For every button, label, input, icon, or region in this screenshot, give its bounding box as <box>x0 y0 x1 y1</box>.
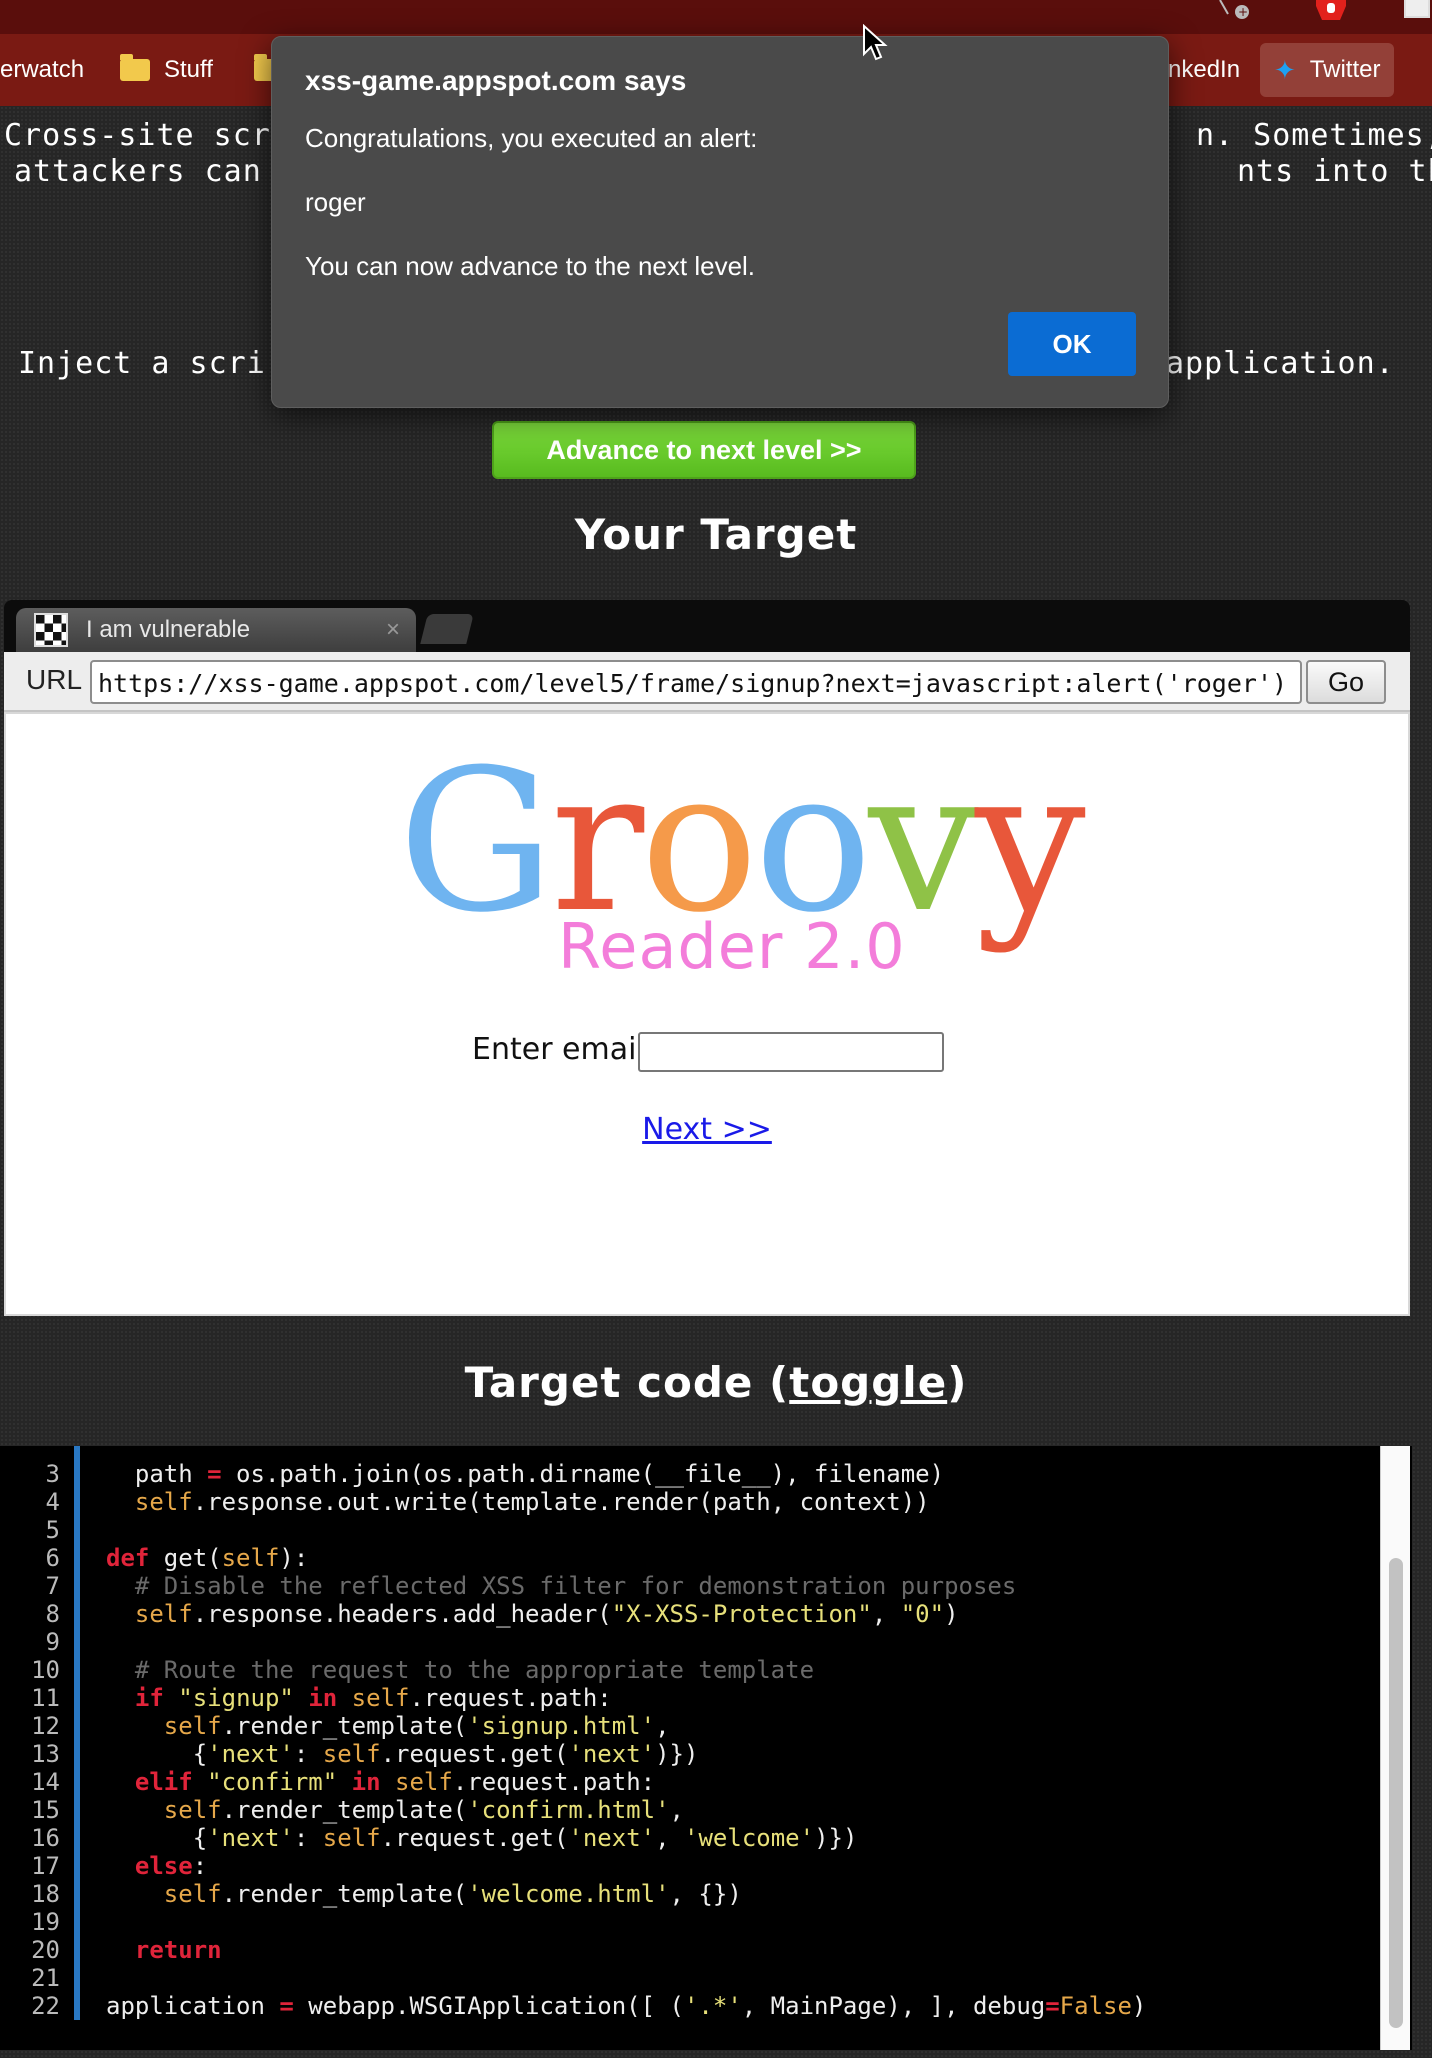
line-number: 17 <box>31 1852 60 1880</box>
new-tab-button[interactable] <box>420 614 474 644</box>
line-number: 3 <box>45 1460 60 1488</box>
code-text: self.response.headers.add_header("X-XSS-… <box>134 1600 959 1628</box>
folder-icon <box>120 54 150 81</box>
code-text: self.render_template('confirm.html', <box>163 1796 684 1824</box>
dialog-value: roger <box>305 187 366 217</box>
email-label: Enter email: <box>472 1032 655 1067</box>
frame-url-bar: URL https://xss-game.appspot.com/level5/… <box>4 652 1410 712</box>
code-heading-suffix: ) <box>947 1358 968 1407</box>
code-text: # Disable the reflected XSS filter for d… <box>134 1572 1017 1600</box>
go-button[interactable]: Go <box>1306 660 1386 704</box>
code-text: {'next': self.request.get('next')}) <box>106 1740 699 1768</box>
code-text: self.response.out.write(template.render(… <box>134 1488 930 1516</box>
mission-text-right: application. <box>1166 346 1395 381</box>
logo-letter: y <box>975 728 1086 956</box>
logo-subtitle: Reader 2.0 <box>558 910 906 983</box>
scrollbar-thumb[interactable] <box>1389 1558 1403 2028</box>
bookmark-overwatch[interactable]: erwatch <box>0 50 84 90</box>
next-link[interactable]: Next >> <box>6 1112 1408 1147</box>
code-text: path = os.path.join(os.path.dirname(__fi… <box>106 1460 945 1488</box>
line-number: 22 <box>31 1992 60 2020</box>
line-number: 13 <box>31 1740 60 1768</box>
code-text: if "signup" in self.request.path: <box>134 1684 612 1712</box>
code-viewer: self.render_template(...) 3 path = os.pa… <box>0 1446 1412 2050</box>
bookmark-linkedin[interactable]: nkedIn <box>1168 50 1240 90</box>
bookmark-label: Twitter <box>1309 56 1381 83</box>
code-text: self.render_template('welcome.html', {}) <box>163 1880 742 1908</box>
dialog-title: xss-game.appspot.com says <box>305 65 687 96</box>
code-text: # Route the request to the appropriate t… <box>134 1656 815 1684</box>
line-number: 5 <box>45 1516 60 1544</box>
code-text: application = webapp.WSGIApplication([ (… <box>106 1992 1147 2020</box>
frame-tab[interactable]: I am vulnerable × <box>16 608 416 652</box>
frame-tab-bar: I am vulnerable × <box>4 600 1410 652</box>
code-text: def get(self): <box>106 1544 309 1572</box>
url-label: URL <box>26 664 83 695</box>
bookmark-twitter[interactable]: ✦ Twitter <box>1260 43 1395 97</box>
line-number: 15 <box>31 1796 60 1824</box>
dialog-advance-text: You can now advance to the next level. <box>305 251 756 281</box>
browser-titlebar: + <box>0 0 1432 34</box>
mission-text: Inject a scri <box>18 346 266 381</box>
code-text: elif "confirm" in self.request.path: <box>134 1768 656 1796</box>
bookmark-label: Stuff <box>164 56 213 83</box>
alert-dialog: xss-game.appspot.com says Congratulation… <box>271 36 1169 408</box>
close-icon[interactable]: × <box>386 616 400 644</box>
line-number: 14 <box>31 1768 60 1796</box>
frame-content: Groovy Reader 2.0 Enter email: Next >> <box>4 712 1410 1316</box>
line-number: 10 <box>31 1656 60 1684</box>
code-text: {'next': self.request.get('next', 'welco… <box>106 1824 858 1852</box>
email-input[interactable] <box>638 1032 944 1072</box>
code-gutter-bar <box>74 1446 80 2020</box>
frame-tab-title: I am vulnerable <box>86 616 251 643</box>
line-number: 8 <box>45 1600 60 1628</box>
ok-button[interactable]: OK <box>1008 312 1136 376</box>
dialog-message: Congratulations, you executed an alert: <box>305 123 758 153</box>
line-number: 20 <box>31 1936 60 1964</box>
bookmark-label: erwatch <box>0 56 85 83</box>
code-scrollbar[interactable] <box>1380 1446 1410 2050</box>
bookmark-stuff[interactable]: Stuff <box>120 50 213 90</box>
mouse-cursor-icon <box>863 24 888 61</box>
intro-text-line-2: attackers can <box>14 154 262 189</box>
url-input[interactable]: https://xss-game.appspot.com/level5/fram… <box>90 660 1302 704</box>
window-corner-icon <box>1404 0 1430 18</box>
adblock-icon[interactable] <box>1312 0 1350 20</box>
target-heading: Your Target <box>574 510 858 559</box>
logo-letter: G <box>398 728 555 956</box>
line-number: 4 <box>45 1488 60 1516</box>
toggle-link[interactable]: toggle <box>789 1358 947 1407</box>
line-number: 9 <box>45 1628 60 1656</box>
line-number: 11 <box>31 1684 60 1712</box>
intro-text-line-1: Cross-site scr <box>4 118 271 153</box>
bookmark-label: nkedIn <box>1168 56 1241 83</box>
extension-icon[interactable]: + <box>1216 0 1252 24</box>
line-number: 16 <box>31 1824 60 1852</box>
line-number: 18 <box>31 1880 60 1908</box>
line-number: 19 <box>31 1908 60 1936</box>
code-heading: Target code (toggle) <box>0 1358 1432 1407</box>
line-number: 12 <box>31 1712 60 1740</box>
line-number: 7 <box>45 1572 60 1600</box>
line-number: 21 <box>31 1964 60 1992</box>
code-text: return <box>134 1936 222 1964</box>
code-text: else: <box>134 1852 208 1880</box>
line-number: 6 <box>45 1544 60 1572</box>
code-text: self.render_template('signup.html', <box>163 1712 670 1740</box>
twitter-icon: ✦ <box>1274 54 1296 85</box>
intro-text-line-1-right: n. Sometimes, <box>1196 118 1432 153</box>
svg-text:+: + <box>1238 5 1248 19</box>
favicon-icon <box>34 613 68 647</box>
code-heading-text: Target code ( <box>464 1358 790 1407</box>
intro-text-line-2-right: nts into the <box>1237 154 1432 189</box>
advance-next-level-button[interactable]: Advance to next level >> <box>492 421 916 479</box>
